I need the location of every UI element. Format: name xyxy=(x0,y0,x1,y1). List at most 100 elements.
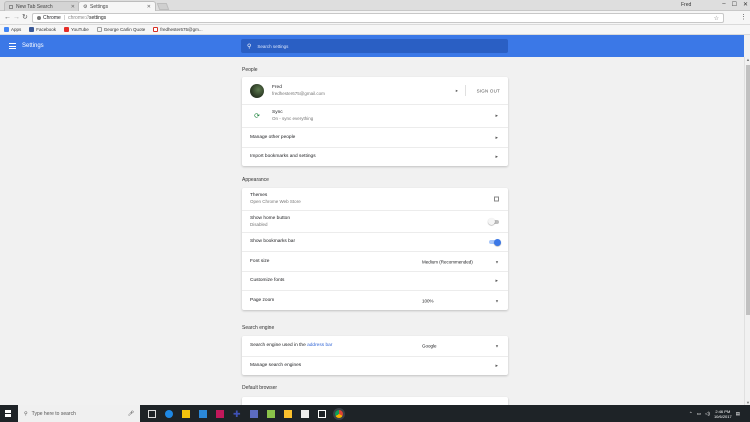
people-card: Fred fredhester675@gmail.com ▸ SIGN OUT … xyxy=(242,77,508,166)
home-button-label: Show home button xyxy=(250,215,291,221)
bookmark-youtube[interactable]: YouTube xyxy=(64,27,89,32)
search-engine-row: Search engine used in the address bar Go… xyxy=(242,336,508,356)
themes-row[interactable]: Themes Open Chrome Web Store xyxy=(242,188,508,210)
customize-fonts-row[interactable]: Customize fonts ▸ xyxy=(242,271,508,290)
task-view-icon[interactable] xyxy=(148,409,156,418)
bookmark-label: fredhester675@gm... xyxy=(160,27,203,32)
address-bar[interactable]: Chrome | chrome:// settings ☆ xyxy=(32,13,724,23)
file-explorer-icon[interactable] xyxy=(182,409,190,418)
sync-status: On - sync everything xyxy=(272,116,314,121)
maximize-icon[interactable]: ☐ xyxy=(732,1,737,8)
chevron-up-icon[interactable]: ⌃ xyxy=(689,411,693,417)
manage-people-label: Manage other people xyxy=(250,134,296,140)
app-icon[interactable] xyxy=(284,409,292,418)
start-button[interactable] xyxy=(0,405,16,422)
chrome-menu-icon[interactable]: ⋮ xyxy=(740,14,747,21)
window-controls: – ☐ ✕ xyxy=(722,1,748,8)
search-icon: ⚲ xyxy=(24,410,28,417)
dropdown-arrow-icon[interactable]: ▼ xyxy=(495,344,499,349)
gear-icon: ⚙ xyxy=(83,3,88,10)
microphone-icon[interactable]: 🎤︎ xyxy=(128,411,134,417)
sync-icon: ⟳ xyxy=(254,113,260,120)
mail-icon[interactable] xyxy=(318,409,326,418)
search-engine-label: Search engine used in the address bar xyxy=(250,343,332,349)
bookmarks-bar-row[interactable]: Show bookmarks bar xyxy=(242,232,508,251)
url-path: settings xyxy=(88,15,107,21)
photos-icon[interactable] xyxy=(301,409,309,418)
volume-icon[interactable]: ◁) xyxy=(705,411,710,417)
chrome-icon[interactable] xyxy=(335,409,343,418)
scroll-up-icon[interactable]: ▲ xyxy=(745,57,750,62)
profile-email: fredhester675@gmail.com xyxy=(272,90,325,96)
divider: | xyxy=(63,15,66,21)
store-icon[interactable] xyxy=(199,409,207,418)
bookmarks-bar: Apps Facebook YouTube George Carlin Quot… xyxy=(0,25,750,35)
app-icon[interactable] xyxy=(267,409,275,418)
bookmark-gmail[interactable]: fredhester675@gm... xyxy=(153,27,203,32)
settings-search[interactable]: ⚲ xyxy=(241,39,508,53)
sync-row[interactable]: ⟳ Sync On - sync everything ▸ xyxy=(242,104,508,127)
divider xyxy=(465,85,466,96)
scrollbar-thumb[interactable] xyxy=(746,65,750,315)
page-zoom-row: Page zoom 100% ▼ xyxy=(242,290,508,310)
app-icon[interactable] xyxy=(216,409,224,418)
page-zoom-select[interactable]: 100% xyxy=(422,298,500,303)
chevron-right-icon: ▸ xyxy=(495,134,498,141)
close-icon[interactable]: ✕ xyxy=(743,1,748,8)
tab-new-tab-search[interactable]: New Tab Search ✕ xyxy=(4,1,80,11)
star-icon[interactable]: ☆ xyxy=(714,15,719,22)
home-button-toggle[interactable] xyxy=(488,218,499,225)
bookmark-label: YouTube xyxy=(71,27,89,32)
new-tab-button[interactable] xyxy=(156,3,170,10)
bookmark-label: Facebook xyxy=(36,27,57,32)
menu-icon[interactable] xyxy=(9,43,16,49)
network-icon[interactable]: ▭ xyxy=(697,411,701,417)
default-browser-card xyxy=(242,397,508,405)
home-button-row[interactable]: Show home button Disabled xyxy=(242,210,508,232)
appearance-card: Themes Open Chrome Web Store Show home b… xyxy=(242,188,508,310)
bookmark-george-carlin[interactable]: George Carlin Quote xyxy=(96,27,146,32)
chevron-right-icon: ▸ xyxy=(495,278,498,284)
taskbar-search-placeholder: Type here to search xyxy=(31,410,76,417)
close-tab-icon[interactable]: ✕ xyxy=(147,4,151,10)
profile-row[interactable]: Fred fredhester675@gmail.com ▸ SIGN OUT xyxy=(242,77,508,104)
avatar xyxy=(250,83,264,98)
page-scrollbar[interactable]: ▲ ▼ xyxy=(744,57,750,405)
bookmark-facebook[interactable]: Facebook xyxy=(29,27,56,32)
tab-label: New Tab Search xyxy=(16,3,53,10)
search-engine-label-text: Search engine used in the xyxy=(250,343,308,348)
chevron-right-icon[interactable]: ▸ xyxy=(456,88,458,94)
external-link-icon[interactable] xyxy=(494,196,499,202)
sign-out-button[interactable]: SIGN OUT xyxy=(477,88,500,93)
address-bar-link[interactable]: address bar xyxy=(307,343,332,348)
notifications-icon[interactable]: ▤ xyxy=(736,411,740,417)
forward-arrow-icon[interactable]: → xyxy=(13,14,20,22)
bookmarks-bar-toggle[interactable] xyxy=(489,238,501,246)
manage-search-engines-row[interactable]: Manage search engines ▸ xyxy=(242,356,508,375)
taskbar-search[interactable]: ⚲ Type here to search 🎤︎ xyxy=(18,405,140,422)
search-engine-select[interactable]: Google xyxy=(422,344,500,349)
dropdown-arrow-icon[interactable]: ▼ xyxy=(495,298,499,303)
close-tab-icon[interactable]: ✕ xyxy=(71,4,75,10)
search-icon: ⚲ xyxy=(247,43,252,50)
minimize-icon[interactable]: – xyxy=(722,1,725,8)
profile-button[interactable]: Fred xyxy=(681,2,691,8)
bookmark-label: George Carlin Quote xyxy=(103,27,146,32)
import-label: Import bookmarks and settings xyxy=(250,154,316,159)
section-title-search-engine: Search engine xyxy=(242,325,275,331)
import-row[interactable]: Import bookmarks and settings ▸ xyxy=(242,147,508,166)
clock-time: 2:46 PM xyxy=(715,408,731,414)
dropdown-arrow-icon[interactable]: ▼ xyxy=(495,259,499,264)
reload-icon[interactable]: ↻ xyxy=(22,14,28,22)
section-title-default-browser: Default browser xyxy=(242,385,278,391)
back-arrow-icon[interactable]: ← xyxy=(4,14,11,22)
plus-icon[interactable]: ✚ xyxy=(233,409,241,418)
search-input[interactable] xyxy=(257,43,438,49)
app-icon[interactable] xyxy=(250,409,258,418)
clock[interactable]: 2:46 PM 10/6/2017 xyxy=(714,409,732,419)
bookmark-apps[interactable]: Apps xyxy=(4,27,21,32)
edge-icon[interactable] xyxy=(165,409,173,418)
font-size-select[interactable]: Medium (Recommended) xyxy=(422,259,500,264)
tab-settings[interactable]: ⚙ Settings ✕ xyxy=(78,1,156,11)
manage-people-row[interactable]: Manage other people ▸ xyxy=(242,127,508,147)
